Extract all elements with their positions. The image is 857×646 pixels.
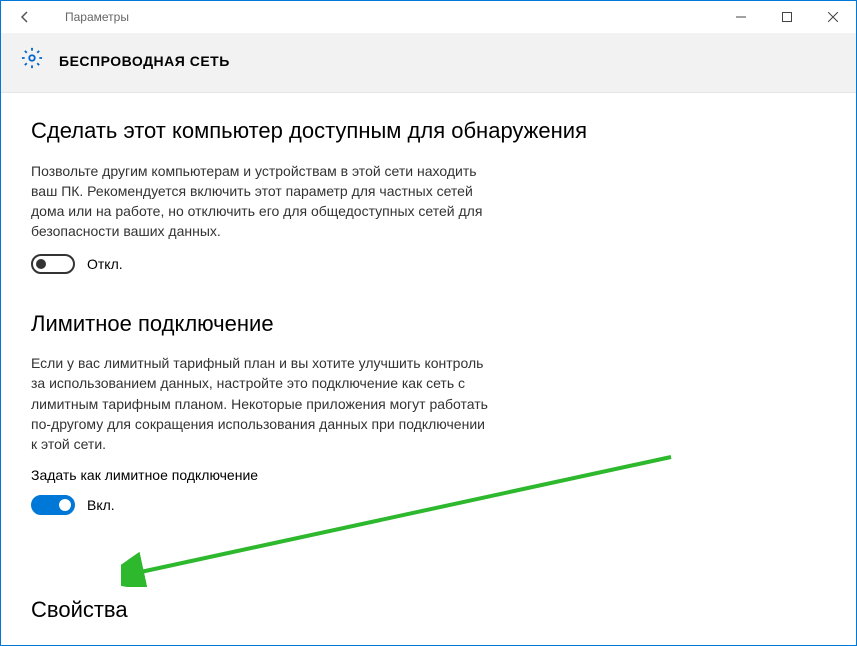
section-discovery: Сделать этот компьютер доступным для обн… — [31, 117, 826, 274]
close-button[interactable] — [810, 1, 856, 33]
minimize-icon — [736, 12, 746, 22]
metered-sublabel: Задать как лимитное подключение — [31, 467, 826, 483]
section-title-metered: Лимитное подключение — [31, 310, 826, 338]
minimize-button[interactable] — [718, 1, 764, 33]
metered-toggle-label: Вкл. — [87, 497, 115, 513]
gear-icon — [21, 47, 43, 74]
section-properties: Свойства — [31, 596, 128, 640]
section-desc-discovery: Позвольте другим компьютерам и устройств… — [31, 161, 491, 242]
discovery-toggle-label: Откл. — [87, 256, 123, 272]
titlebar: Параметры — [1, 1, 856, 33]
window-title: Параметры — [65, 10, 129, 24]
close-icon — [828, 12, 838, 22]
section-title-discovery: Сделать этот компьютер доступным для обн… — [31, 117, 826, 145]
page-title: БЕСПРОВОДНАЯ СЕТЬ — [59, 53, 230, 69]
discovery-toggle[interactable] — [31, 254, 75, 274]
section-desc-metered: Если у вас лимитный тарифный план и вы х… — [31, 353, 491, 454]
toggle-row-discovery: Откл. — [31, 254, 826, 274]
metered-toggle[interactable] — [31, 495, 75, 515]
toggle-row-metered: Вкл. — [31, 495, 826, 515]
section-title-properties: Свойства — [31, 596, 128, 624]
back-arrow-icon — [17, 9, 33, 25]
content-area: Сделать этот компьютер доступным для обн… — [1, 93, 856, 515]
back-button[interactable] — [9, 1, 41, 33]
window-controls — [718, 1, 856, 33]
maximize-button[interactable] — [764, 1, 810, 33]
page-header: БЕСПРОВОДНАЯ СЕТЬ — [1, 33, 856, 93]
section-metered: Лимитное подключение Если у вас лимитный… — [31, 310, 826, 515]
maximize-icon — [782, 12, 792, 22]
